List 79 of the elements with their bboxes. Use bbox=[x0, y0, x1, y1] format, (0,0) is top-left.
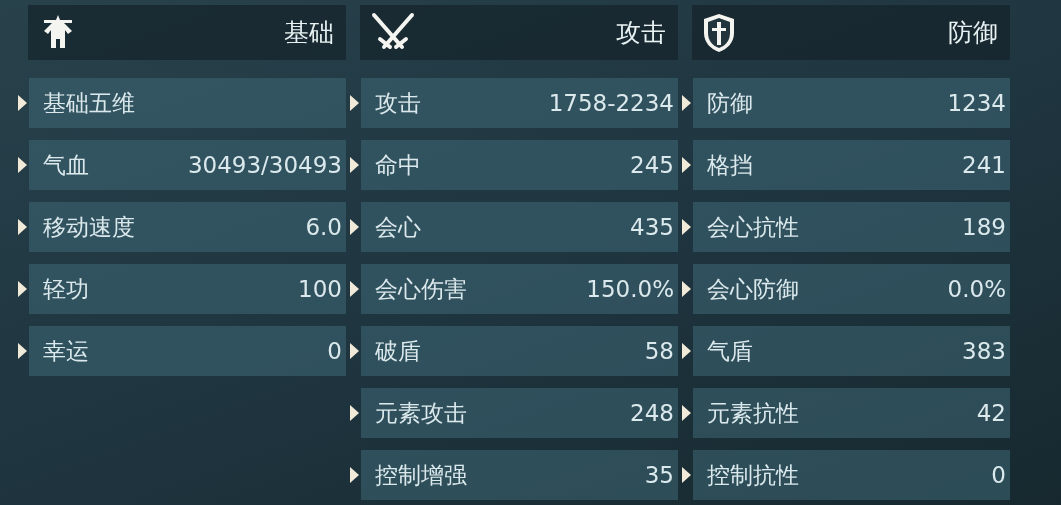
arrow-icon bbox=[350, 219, 359, 235]
stat-label: 攻击 bbox=[375, 88, 421, 118]
stat-row[interactable]: 攻击 1758-2234 bbox=[361, 78, 678, 128]
arrow-icon bbox=[682, 219, 691, 235]
shield-icon bbox=[702, 11, 736, 54]
arrow-icon bbox=[18, 219, 27, 235]
stat-value: 0 bbox=[991, 460, 1006, 490]
stat-value: 248 bbox=[630, 398, 674, 428]
stat-label: 会心防御 bbox=[707, 274, 799, 304]
stat-row[interactable]: 轻功 100 bbox=[29, 264, 346, 314]
stat-label: 幸运 bbox=[43, 336, 89, 366]
stat-value: 0.0% bbox=[947, 274, 1006, 304]
stat-row[interactable]: 元素抗性 42 bbox=[693, 388, 1010, 438]
arrow-icon bbox=[682, 281, 691, 297]
arrow-icon bbox=[350, 157, 359, 173]
stat-label: 元素抗性 bbox=[707, 398, 799, 428]
arrow-icon bbox=[682, 343, 691, 359]
arrow-icon bbox=[18, 281, 27, 297]
stat-row[interactable]: 会心抗性 189 bbox=[693, 202, 1010, 252]
arrow-icon bbox=[682, 405, 691, 421]
stat-value: 0 bbox=[327, 336, 342, 366]
stat-label: 会心抗性 bbox=[707, 212, 799, 242]
stat-value: 189 bbox=[962, 212, 1006, 242]
stat-value: 241 bbox=[962, 150, 1006, 180]
stat-label: 控制抗性 bbox=[707, 460, 799, 490]
arrow-icon bbox=[350, 281, 359, 297]
arrow-icon bbox=[682, 157, 691, 173]
stat-row[interactable]: 气血 30493/30493 bbox=[29, 140, 346, 190]
stat-row[interactable]: 移动速度 6.0 bbox=[29, 202, 346, 252]
stat-label: 会心 bbox=[375, 212, 421, 242]
stat-row[interactable]: 元素攻击 248 bbox=[361, 388, 678, 438]
stat-label: 元素攻击 bbox=[375, 398, 467, 428]
stat-value: 435 bbox=[630, 212, 674, 242]
stat-value: 6.0 bbox=[305, 212, 342, 242]
stat-label: 会心伤害 bbox=[375, 274, 467, 304]
stat-value: 35 bbox=[644, 460, 674, 490]
section-title: 攻击 bbox=[616, 16, 666, 49]
stat-row[interactable]: 会心防御 0.0% bbox=[693, 264, 1010, 314]
stat-label: 格挡 bbox=[707, 150, 753, 180]
stat-value: 58 bbox=[644, 336, 674, 366]
stat-label: 命中 bbox=[375, 150, 421, 180]
stat-value: 245 bbox=[630, 150, 674, 180]
arrow-icon bbox=[682, 95, 691, 111]
stat-label: 控制增强 bbox=[375, 460, 467, 490]
arrow-icon bbox=[350, 95, 359, 111]
arrow-icon bbox=[18, 343, 27, 359]
arrow-icon bbox=[350, 405, 359, 421]
stat-row[interactable]: 格挡 241 bbox=[693, 140, 1010, 190]
stat-row[interactable]: 幸运 0 bbox=[29, 326, 346, 376]
stat-label: 破盾 bbox=[375, 336, 421, 366]
stat-row[interactable]: 破盾 58 bbox=[361, 326, 678, 376]
arrow-icon bbox=[18, 157, 27, 173]
stat-value: 100 bbox=[298, 274, 342, 304]
arrow-icon bbox=[350, 467, 359, 483]
stat-label: 防御 bbox=[707, 88, 753, 118]
stat-label: 气血 bbox=[43, 150, 89, 180]
stat-label: 移动速度 bbox=[43, 212, 135, 242]
stat-row[interactable]: 基础五维 bbox=[29, 78, 346, 128]
stat-value: 1234 bbox=[947, 88, 1006, 118]
stat-value: 30493/30493 bbox=[187, 150, 342, 180]
section-title: 基础 bbox=[284, 16, 334, 49]
stat-row[interactable]: 控制增强 35 bbox=[361, 450, 678, 500]
stat-value: 150.0% bbox=[586, 274, 674, 304]
stat-value: 42 bbox=[976, 398, 1006, 428]
stat-label: 气盾 bbox=[707, 336, 753, 366]
arrow-icon bbox=[350, 343, 359, 359]
stat-row[interactable]: 防御 1234 bbox=[693, 78, 1010, 128]
stat-row[interactable]: 会心 435 bbox=[361, 202, 678, 252]
stat-row[interactable]: 会心伤害 150.0% bbox=[361, 264, 678, 314]
arrow-icon bbox=[682, 467, 691, 483]
stat-row[interactable]: 气盾 383 bbox=[693, 326, 1010, 376]
stat-value: 1758-2234 bbox=[548, 88, 674, 118]
stat-row[interactable]: 命中 245 bbox=[361, 140, 678, 190]
stat-row[interactable]: 控制抗性 0 bbox=[693, 450, 1010, 500]
section-title: 防御 bbox=[948, 16, 998, 49]
stat-label: 基础五维 bbox=[43, 88, 135, 118]
arrow-icon bbox=[18, 95, 27, 111]
stat-value: 383 bbox=[962, 336, 1006, 366]
stat-label: 轻功 bbox=[43, 274, 89, 304]
